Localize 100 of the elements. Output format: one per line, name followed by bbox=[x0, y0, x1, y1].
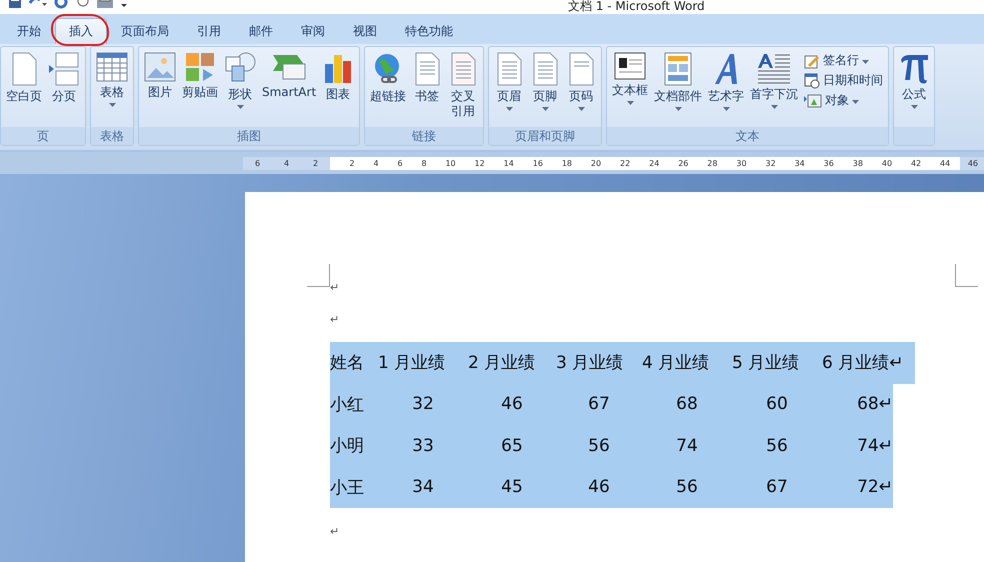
ruler-number: 12 bbox=[474, 158, 485, 168]
group-footer bbox=[894, 127, 934, 145]
group-label: 插图 bbox=[139, 127, 360, 145]
document-parts-icon bbox=[664, 52, 692, 86]
ribbon-button[interactable]: 页眉 bbox=[492, 50, 526, 113]
ribbon-button[interactable]: 公式 bbox=[897, 50, 932, 111]
ribbon-button[interactable]: 文本框 bbox=[610, 50, 650, 107]
pi-icon bbox=[899, 52, 930, 84]
ruler-number: 42 bbox=[910, 158, 922, 168]
ruler-number: 14 bbox=[504, 158, 514, 168]
ruler-number: 10 bbox=[445, 158, 456, 168]
ribbon-button[interactable]: 书签 bbox=[410, 50, 444, 106]
table-cell-text: 1 月业绩 bbox=[378, 352, 446, 374]
table-cell-text: 56 bbox=[765, 436, 789, 456]
ruler-number: 38 bbox=[852, 158, 863, 168]
ribbon-tab[interactable]: 开始 bbox=[3, 18, 55, 44]
clip-art-icon bbox=[185, 52, 215, 82]
page-break-icon bbox=[48, 52, 80, 86]
ribbon-button[interactable]: 页码 bbox=[564, 50, 598, 113]
table-cell-text: 4 月业绩 bbox=[642, 352, 710, 374]
ruler-number: 32 bbox=[765, 158, 776, 168]
ruler-number: 36 bbox=[824, 158, 834, 168]
picture-icon bbox=[144, 52, 176, 82]
group-label: 文本 bbox=[607, 127, 888, 145]
table-cell-text: 34 bbox=[411, 477, 435, 498]
ribbon-tab[interactable]: 插入 bbox=[55, 18, 107, 44]
ribbon-button[interactable]: 表格 bbox=[94, 50, 130, 109]
table-cell-text: 68 bbox=[675, 394, 699, 414]
ribbon-button[interactable]: 艺术字 bbox=[706, 50, 746, 113]
table-cell-text: 2 月业绩 bbox=[468, 352, 536, 374]
table-cell-text: 小红 bbox=[330, 394, 365, 416]
ribbon-button[interactable]: 图表 bbox=[320, 50, 356, 104]
ruler-number: 18 bbox=[562, 158, 572, 168]
ribbon-tab[interactable]: 页面布局 bbox=[107, 18, 183, 44]
text-box-icon bbox=[614, 52, 646, 80]
ribbon-small-button[interactable]: 签名行 bbox=[802, 52, 886, 69]
ribbon-button[interactable]: SmartArt bbox=[260, 50, 318, 102]
table-cell-text: 74 bbox=[675, 436, 699, 456]
ruler-number: 8 bbox=[421, 158, 427, 168]
table-cell-text: 72↵ bbox=[856, 477, 893, 498]
table-icon bbox=[96, 52, 128, 82]
table-cell-text: 32 bbox=[411, 394, 435, 414]
calendar-clock-icon bbox=[804, 72, 820, 88]
ribbon-button[interactable]: 文档部件 bbox=[652, 50, 704, 113]
table-cell-text: 67 bbox=[587, 394, 611, 414]
table-cell-text: 46 bbox=[587, 477, 611, 498]
ruler-number: 2 bbox=[349, 158, 355, 168]
ribbon-tab[interactable]: 审阅 bbox=[287, 18, 339, 44]
ribbon-tab[interactable]: 邮件 bbox=[235, 18, 287, 44]
group-label: 页 bbox=[1, 127, 85, 145]
ruler-number: 34 bbox=[794, 158, 805, 168]
group-label: 表格 bbox=[91, 127, 133, 145]
ruler-number: 4 bbox=[284, 158, 290, 168]
shapes-icon bbox=[224, 52, 256, 84]
ruler-number: 44 bbox=[940, 158, 950, 168]
table-cell-text: 45 bbox=[500, 477, 524, 498]
ribbon-button[interactable]: 形状 bbox=[222, 50, 258, 111]
ruler-number: 24 bbox=[649, 158, 660, 168]
table-cell-text: 小王 bbox=[330, 476, 365, 499]
ribbon-button[interactable]: 首字下沉 bbox=[748, 50, 800, 111]
ribbon-tab[interactable]: 引用 bbox=[183, 18, 235, 44]
ribbon-button[interactable]: 页脚 bbox=[528, 50, 562, 113]
ruler-number: 6 bbox=[254, 158, 260, 168]
ruler-number: 40 bbox=[882, 158, 892, 168]
ribbon-tab[interactable]: 特色功能 bbox=[391, 18, 467, 44]
table-cell-text: 6 月业绩↵ bbox=[822, 352, 904, 374]
ruler-number: 6 bbox=[397, 158, 403, 168]
ribbon-button[interactable]: 分页 bbox=[46, 50, 82, 106]
ribbon-button[interactable]: 交叉引用 bbox=[446, 50, 480, 121]
ruler-number: 4 bbox=[373, 158, 379, 168]
drop-cap-icon bbox=[757, 52, 792, 84]
table-cell-text: 小明 bbox=[330, 435, 365, 458]
ribbon-small-button[interactable]: 日期和时间 bbox=[802, 72, 886, 89]
ruler-number: 28 bbox=[707, 158, 718, 168]
smartart-icon bbox=[271, 52, 308, 82]
ribbon-button[interactable]: 图片 bbox=[142, 50, 178, 102]
signature-icon bbox=[804, 52, 820, 68]
ribbon-button[interactable]: 剪贴画 bbox=[180, 50, 220, 102]
ribbon-tab[interactable]: 视图 bbox=[339, 18, 391, 44]
table-cell-text: 3 月业绩 bbox=[556, 352, 624, 374]
table-cell-text: 65 bbox=[500, 436, 524, 456]
ribbon-small-button[interactable]: 对象 bbox=[802, 92, 886, 109]
table-cell-text: 46 bbox=[500, 394, 524, 414]
group-label: 页眉和页脚 bbox=[489, 127, 602, 145]
ribbon-button[interactable]: 超链接 bbox=[368, 50, 408, 106]
table-cell-text: 姓名 bbox=[330, 352, 365, 374]
paragraph-mark: ↵ bbox=[330, 312, 340, 328]
table-cell-text: 74↵ bbox=[856, 436, 893, 456]
ruler-number: 20 bbox=[590, 158, 602, 168]
ruler-number: 16 bbox=[532, 158, 543, 168]
table-cell-text: 68↵ bbox=[856, 394, 893, 414]
table-cell-text: 33 bbox=[411, 436, 435, 456]
table-cell-text: 56 bbox=[587, 436, 611, 456]
ruler-number: 26 bbox=[678, 158, 688, 168]
ribbon-button[interactable]: 空白页 bbox=[4, 50, 44, 106]
ruler-number: 2 bbox=[312, 158, 318, 168]
ruler-number: 22 bbox=[620, 158, 630, 168]
table-cell-text: 5 月业绩 bbox=[732, 352, 800, 374]
table-cell-text: 56 bbox=[675, 477, 699, 498]
ruler-number: 46 bbox=[968, 158, 978, 168]
